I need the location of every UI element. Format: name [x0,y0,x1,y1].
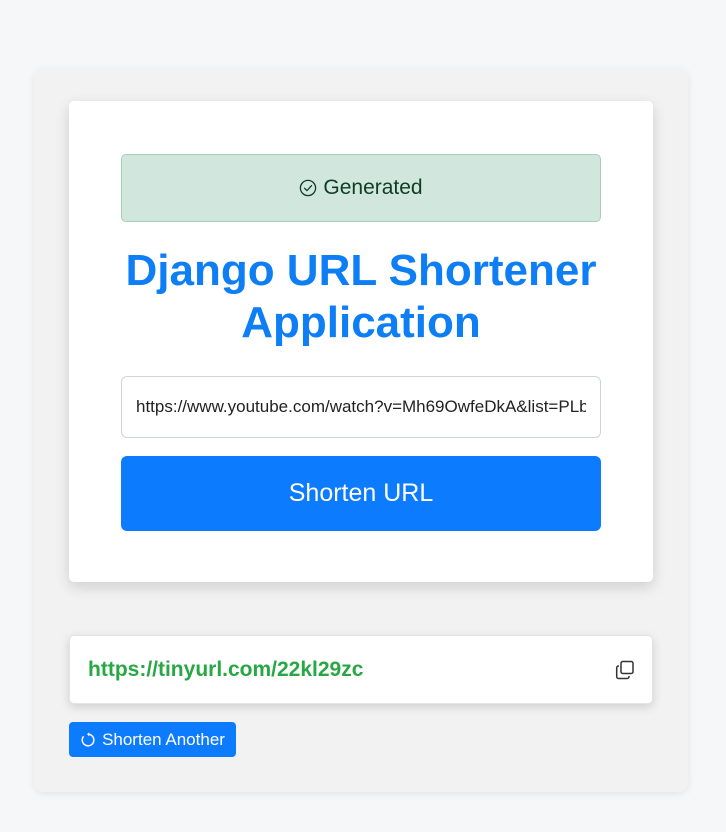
shortener-card: Generated Django URL Shortener Applicati… [69,101,653,582]
success-alert: Generated [121,154,601,222]
alert-text: Generated [323,176,423,199]
app-container: Generated Django URL Shortener Applicati… [34,68,688,792]
refresh-icon [80,731,96,748]
shorten-another-label: Shorten Another [102,729,225,749]
copy-icon[interactable] [614,659,636,681]
url-input[interactable] [121,376,601,438]
shorten-url-button[interactable]: Shorten URL [121,456,601,531]
result-card: https://tinyurl.com/22kl29zc [69,635,653,704]
page-title: Django URL Shortener Application [125,246,597,347]
check-circle-icon [299,179,317,197]
shorten-another-button[interactable]: Shorten Another [69,722,236,757]
short-url-link[interactable]: https://tinyurl.com/22kl29zc [88,658,363,682]
